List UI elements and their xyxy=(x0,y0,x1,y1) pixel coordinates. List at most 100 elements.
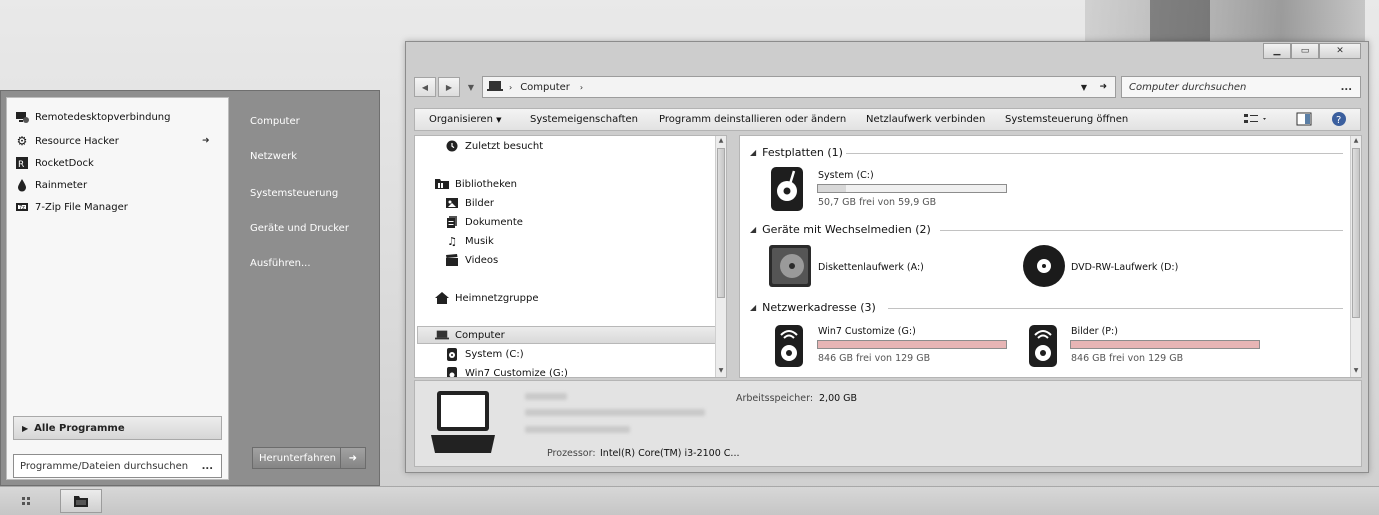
maximize-button[interactable]: ▭ xyxy=(1291,43,1319,59)
open-control-panel-button[interactable]: Systemsteuerung öffnen xyxy=(1005,114,1128,125)
breadcrumb-separator-icon[interactable]: › xyxy=(580,83,583,92)
start-item-resourcehacker[interactable]: ⚙ Resource Hacker xyxy=(15,132,119,150)
start-link-run[interactable]: Ausführen... xyxy=(250,258,311,269)
content-pane-scrollbar[interactable]: ▲ ▼ xyxy=(1350,136,1361,377)
network-drive-icon xyxy=(775,325,803,367)
back-button[interactable]: ◀ xyxy=(414,77,436,97)
floppy-drive-icon xyxy=(769,245,811,287)
drive-g[interactable] xyxy=(774,324,804,371)
nav-item-label: Zuletzt besucht xyxy=(465,140,544,152)
drive-c[interactable] xyxy=(770,166,804,215)
start-item-rainmeter[interactable]: Rainmeter xyxy=(15,176,87,194)
rocketdock-icon: R xyxy=(15,156,29,170)
all-programs-button[interactable]: ▶ Alle Programme xyxy=(13,416,222,440)
breadcrumb-separator-icon: › xyxy=(509,82,513,92)
library-icon xyxy=(435,178,449,190)
shutdown-button[interactable]: Herunterfahren ➜ xyxy=(252,447,366,469)
explorer-search-input[interactable]: Computer durchsuchen ... xyxy=(1121,76,1361,98)
hard-drive-icon xyxy=(771,167,803,211)
network-drive-icon xyxy=(1029,325,1057,367)
start-item-rocketdock[interactable]: R RocketDock xyxy=(15,154,94,172)
drive-p[interactable] xyxy=(1028,324,1058,371)
start-item-label: Rainmeter xyxy=(35,179,88,191)
address-dropdown-icon[interactable]: ▼ xyxy=(1081,83,1087,92)
nav-library-music[interactable]: ♫ Musik xyxy=(445,233,494,249)
nav-drive-c[interactable]: System (C:) xyxy=(445,346,524,362)
explorer-search-dots[interactable]: ... xyxy=(1341,82,1352,93)
nav-library-videos[interactable]: Videos xyxy=(445,252,498,268)
start-search-dots[interactable]: ... xyxy=(202,461,213,472)
drive-c-free-space: 50,7 GB frei von 59,9 GB xyxy=(818,197,937,208)
remote-desktop-icon xyxy=(15,110,29,124)
content-pane: ◢ Festplatten (1) System (C:) 50,7 GB fr… xyxy=(739,135,1362,378)
nav-library-documents[interactable]: Dokumente xyxy=(445,214,523,230)
drive-c-name: System (C:) xyxy=(818,170,874,181)
nav-library-pictures[interactable]: Bilder xyxy=(445,195,494,211)
recent-pages-dropdown[interactable]: ▼ xyxy=(464,77,478,97)
drive-a[interactable] xyxy=(768,244,812,291)
map-network-drive-button[interactable]: Netzlaufwerk verbinden xyxy=(866,114,985,125)
group-header-network[interactable]: ◢ Netzwerkadresse (3) xyxy=(750,301,876,314)
start-link-devices-printers[interactable]: Geräte und Drucker xyxy=(250,223,349,234)
start-button-icon[interactable] xyxy=(14,493,38,509)
collapse-triangle-icon: ◢ xyxy=(750,225,757,234)
nav-homegroup[interactable]: Heimnetzgruppe xyxy=(435,290,539,306)
ram-label: Arbeitsspeicher: xyxy=(736,393,814,404)
group-divider xyxy=(888,308,1343,309)
forward-button[interactable]: ▶ xyxy=(438,77,460,97)
start-search-input[interactable]: Programme/Dateien durchsuchen ... xyxy=(13,454,222,478)
uninstall-program-button[interactable]: Programm deinstallieren oder ändern xyxy=(659,114,846,125)
start-link-computer[interactable]: Computer xyxy=(250,116,300,127)
close-button[interactable]: ✕ xyxy=(1319,43,1361,59)
submenu-arrow-icon[interactable]: ➜ xyxy=(202,136,210,146)
scroll-down-icon[interactable]: ▼ xyxy=(1351,366,1361,376)
cpu-label: Prozessor: xyxy=(547,448,596,459)
preview-pane-icon[interactable] xyxy=(1296,112,1312,129)
group-title: Festplatten (1) xyxy=(762,146,843,159)
start-item-7zip[interactable]: 7z 7-Zip File Manager xyxy=(15,198,128,216)
nav-drive-g[interactable]: Win7 Customize (G:) xyxy=(445,365,568,378)
refresh-icon[interactable]: ➜ xyxy=(1099,82,1107,92)
drive-p-usage-bar xyxy=(1070,340,1260,349)
minimize-button[interactable]: ▁ xyxy=(1263,43,1291,59)
content-pane-scroll-thumb[interactable] xyxy=(1352,148,1360,318)
documents-icon xyxy=(445,216,459,228)
scroll-up-icon[interactable]: ▲ xyxy=(1351,136,1361,146)
laptop-large-icon xyxy=(429,389,497,458)
nav-pane-scrollbar[interactable]: ▲ ▼ xyxy=(715,136,726,377)
chevron-down-icon: ▼ xyxy=(496,116,502,124)
breadcrumb-computer[interactable]: Computer xyxy=(520,82,570,93)
ram-value: 2,00 GB xyxy=(819,393,858,404)
group-header-harddisks[interactable]: ◢ Festplatten (1) xyxy=(750,146,843,159)
nav-item-label: Musik xyxy=(465,235,494,247)
address-bar[interactable]: › Computer › ▼ ➜ xyxy=(482,76,1116,98)
scroll-down-icon[interactable]: ▼ xyxy=(716,366,726,376)
taskbar-explorer-button[interactable] xyxy=(60,489,102,513)
nav-item-label: System (C:) xyxy=(465,348,524,360)
organize-button[interactable]: Organisieren ▼ xyxy=(429,114,502,125)
nav-item-label: Win7 Customize (G:) xyxy=(465,367,568,378)
start-link-network[interactable]: Netzwerk xyxy=(250,151,297,162)
scroll-up-icon[interactable]: ▲ xyxy=(716,136,726,146)
start-item-label: RocketDock xyxy=(35,157,94,169)
group-title: Netzwerkadresse (3) xyxy=(762,301,876,314)
nav-computer[interactable]: Computer xyxy=(435,327,505,343)
network-drive-icon xyxy=(445,366,459,377)
drive-g-free-space: 846 GB frei von 129 GB xyxy=(818,353,931,364)
home-icon xyxy=(435,292,449,304)
view-options-icon[interactable] xyxy=(1243,112,1269,129)
start-menu-programs-pane: Remotedesktopverbindung ⚙ Resource Hacke… xyxy=(6,97,229,480)
collapse-triangle-icon: ◢ xyxy=(750,303,757,312)
start-item-label: Remotedesktopverbindung xyxy=(35,111,171,123)
system-properties-button[interactable]: Systemeigenschaften xyxy=(530,114,638,125)
nav-libraries[interactable]: Bibliotheken xyxy=(435,176,517,192)
shutdown-options-icon[interactable]: ➜ xyxy=(339,448,365,468)
drive-d[interactable] xyxy=(1022,244,1066,291)
start-search-placeholder: Programme/Dateien durchsuchen xyxy=(20,460,189,472)
nav-recent-places[interactable]: Zuletzt besucht xyxy=(445,138,543,154)
group-header-removable[interactable]: ◢ Geräte mit Wechselmedien (2) xyxy=(750,223,931,236)
help-icon[interactable]: ? xyxy=(1331,111,1347,130)
start-item-remotedesktop[interactable]: Remotedesktopverbindung xyxy=(15,108,171,126)
start-link-control-panel[interactable]: Systemsteuerung xyxy=(250,188,338,199)
nav-pane-scroll-thumb[interactable] xyxy=(717,148,725,298)
